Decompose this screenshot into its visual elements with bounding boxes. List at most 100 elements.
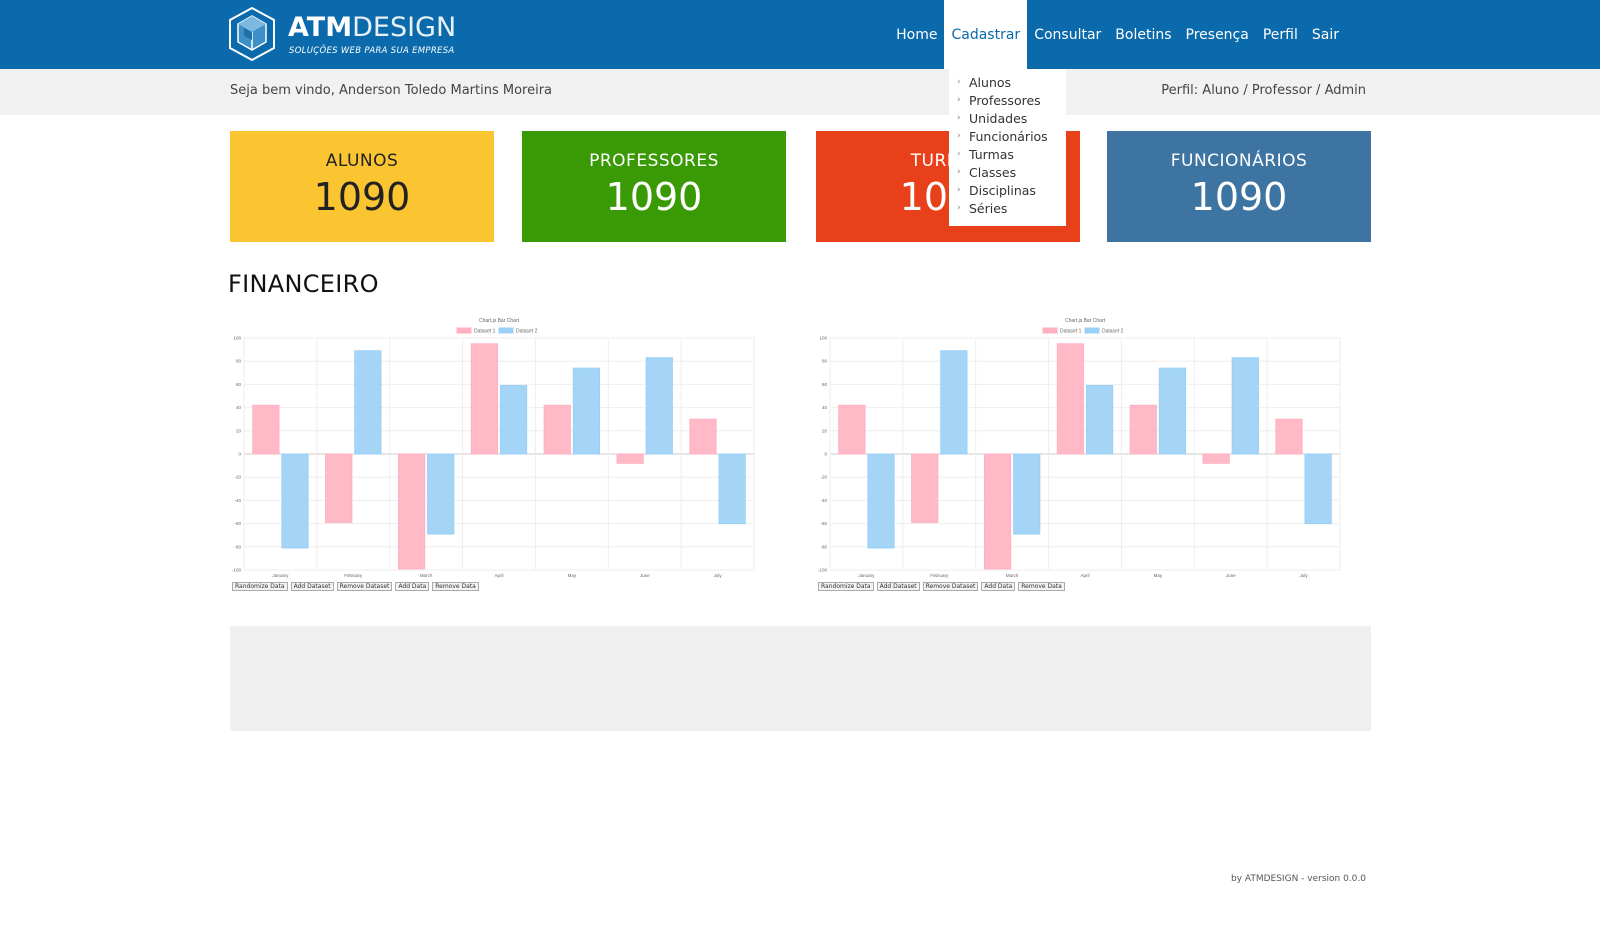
bar-chart-left: Chart.js Bar Chart Dataset 1 Dataset 2 100 8… [230, 318, 762, 596]
bar [1129, 404, 1157, 455]
x-tick-label: July [714, 573, 723, 578]
y-tick-label: 0 [238, 452, 241, 457]
card-funcionarios[interactable]: FUNCIONÁRIOS 1090 [1107, 131, 1371, 242]
card-label: PROFESSORES [589, 151, 719, 171]
x-tick-label: March [420, 573, 433, 578]
nav-sair[interactable]: Sair [1305, 0, 1346, 69]
dropdown-item-alunos[interactable]: › Alunos [949, 73, 1066, 91]
bar [1304, 453, 1332, 525]
chart-title: Chart.js Bar Chart [479, 318, 520, 324]
bar [427, 453, 455, 535]
logo-tagline: SOLUÇÕES WEB PARA SUA EMPRESA [289, 46, 455, 56]
add-data-button[interactable]: Add Data [981, 582, 1016, 591]
x-tick-label: January [858, 573, 875, 578]
footer-panel [230, 626, 1371, 731]
bar [1158, 367, 1187, 455]
legend-swatch [1042, 327, 1058, 334]
randomize-data-button[interactable]: Randomize Data [818, 582, 874, 591]
dropdown-item-professores[interactable]: › Professores [949, 91, 1066, 109]
bar [940, 350, 968, 455]
y-tick-label: -20 [234, 475, 241, 480]
version-credits: by ATMDESIGN - version 0.0.0 [1230, 874, 1366, 884]
chevron-right-icon: › [957, 77, 961, 87]
dropdown-item-turmas[interactable]: › Turmas [949, 145, 1066, 163]
bar [1231, 357, 1259, 455]
y-tick-label: 100 [233, 336, 241, 341]
add-dataset-button[interactable]: Add Dataset [876, 582, 920, 591]
chart-title: Chart.js Bar Chart [1065, 318, 1106, 324]
chevron-right-icon: › [957, 203, 961, 213]
bar [838, 404, 866, 455]
legend-swatch [498, 327, 514, 334]
bar-chart-right: Chart.js Bar Chart Dataset 1 Dataset 2 100 8… [816, 318, 1348, 596]
y-tick-label: 40 [822, 405, 828, 410]
dropdown-item-disciplinas[interactable]: › Disciplinas [949, 181, 1066, 199]
randomize-data-button[interactable]: Randomize Data [232, 582, 288, 591]
bar [983, 453, 1012, 570]
add-dataset-button[interactable]: Add Dataset [290, 582, 334, 591]
dropdown-item-series[interactable]: › Séries [949, 199, 1066, 217]
cadastrar-dropdown: › Alunos › Professores › Unidades › Funcioná… [949, 69, 1066, 226]
section-title-financeiro: FINANCEIRO [228, 270, 379, 298]
bar [1202, 453, 1230, 464]
remove-dataset-button[interactable]: Remove Dataset [336, 582, 393, 591]
bar [616, 453, 644, 464]
bar [1085, 385, 1114, 455]
nav-cadastrar[interactable]: Cadastrar [944, 0, 1028, 69]
y-tick-label: -20 [820, 475, 827, 480]
y-tick-label: -80 [820, 544, 827, 549]
y-tick-label: -60 [820, 521, 827, 526]
x-tick-label: March [1006, 573, 1019, 578]
y-tick-label: 20 [236, 428, 242, 433]
x-tick-label: February [930, 573, 949, 578]
chevron-right-icon: › [957, 131, 961, 141]
x-tick-label: January [272, 573, 289, 578]
card-label: ALUNOS [325, 151, 399, 171]
y-tick-label: 20 [822, 428, 828, 433]
bar [470, 343, 499, 455]
x-tick-label: April [494, 573, 503, 578]
chevron-right-icon: › [957, 149, 961, 159]
bar [354, 350, 382, 455]
y-tick-label: -40 [820, 498, 827, 503]
legend-swatch [1084, 327, 1100, 334]
bar [543, 404, 571, 455]
dropdown-item-unidades[interactable]: › Unidades [949, 109, 1066, 127]
x-tick-label: February [344, 573, 363, 578]
remove-dataset-button[interactable]: Remove Dataset [922, 582, 979, 591]
logo[interactable]: ATMDESIGN SOLUÇÕES WEB PARA SUA EMPRESA [228, 6, 456, 62]
bar [911, 453, 939, 523]
dropdown-item-classes[interactable]: › Classes [949, 163, 1066, 181]
top-navbar: ATMDESIGN SOLUÇÕES WEB PARA SUA EMPRESA … [0, 0, 1600, 69]
nav-presenca[interactable]: Presença [1179, 0, 1256, 69]
chart-controls: Randomize Data Add Dataset Remove Datase… [232, 582, 479, 591]
bar [1275, 418, 1303, 455]
dropdown-item-funcionarios[interactable]: › Funcionários [949, 127, 1066, 145]
x-tick-label: May [568, 573, 577, 578]
bar [325, 453, 353, 523]
card-value: 1090 [1190, 175, 1288, 219]
nav-perfil[interactable]: Perfil [1256, 0, 1305, 69]
y-tick-label: 0 [824, 452, 827, 457]
card-professores[interactable]: PROFESSORES 1090 [522, 131, 786, 242]
y-tick-label: -100 [232, 568, 242, 573]
bar [281, 453, 309, 549]
card-alunos[interactable]: ALUNOS 1090 [230, 131, 494, 242]
chart-canvas: Chart.js Bar Chart Dataset 1 Dataset 2 100 8… [232, 318, 755, 578]
nav-home[interactable]: Home [889, 0, 944, 69]
add-data-button[interactable]: Add Data [395, 582, 430, 591]
y-tick-label: 60 [236, 382, 242, 387]
logo-cube-icon [229, 6, 275, 62]
bar [867, 453, 895, 549]
x-tick-label: April [1080, 573, 1089, 578]
chart-canvas: Chart.js Bar Chart Dataset 1 Dataset 2 100 8… [818, 318, 1341, 578]
x-tick-label: May [1154, 573, 1163, 578]
chevron-right-icon: › [957, 185, 961, 195]
nav-consultar[interactable]: Consultar [1027, 0, 1108, 69]
remove-data-button[interactable]: Remove Data [1018, 582, 1065, 591]
bar [397, 453, 426, 570]
nav-boletins[interactable]: Boletins [1108, 0, 1178, 69]
y-tick-label: -40 [234, 498, 241, 503]
y-tick-label: 100 [819, 336, 827, 341]
remove-data-button[interactable]: Remove Data [432, 582, 479, 591]
